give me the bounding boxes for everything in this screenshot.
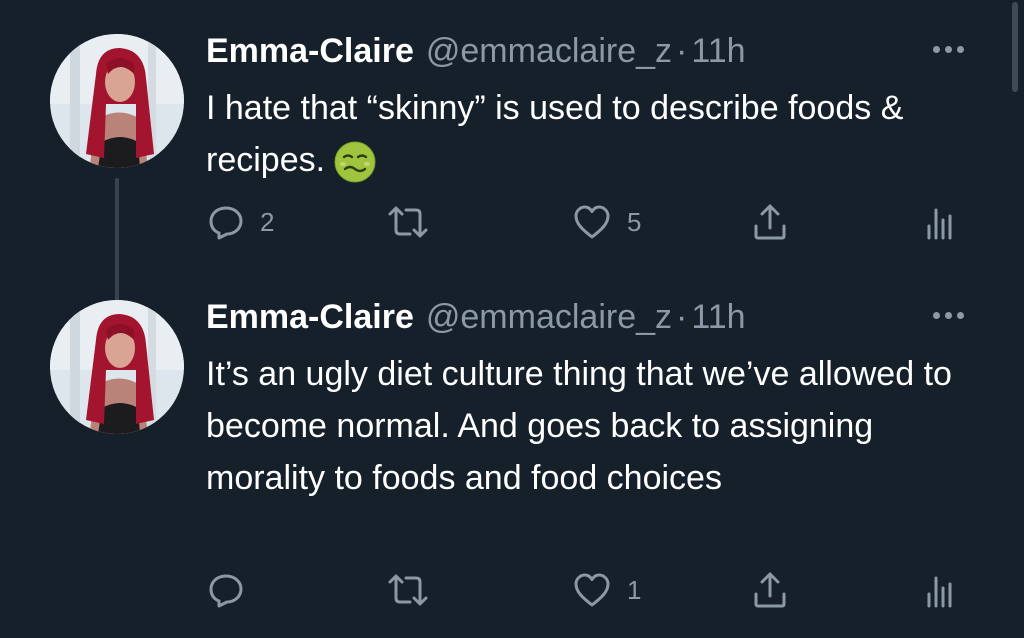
like-button[interactable]: 1 xyxy=(571,568,641,612)
tweet-text: It’s an ugly diet culture thing that we’… xyxy=(206,355,952,497)
timestamp[interactable]: 11h xyxy=(691,298,745,337)
scrollbar[interactable] xyxy=(1012,2,1018,92)
timestamp[interactable]: 11h xyxy=(691,32,745,71)
share-button[interactable] xyxy=(750,568,790,612)
reply-count: 2 xyxy=(260,206,275,237)
display-name[interactable]: Emma-Claire xyxy=(206,298,414,337)
reply-icon xyxy=(209,574,243,608)
tweet-text: I hate that “skinny” is used to describe… xyxy=(206,82,986,186)
tweet-header: Emma-Claire @emmaclaire_z · 11h xyxy=(206,298,746,342)
tweet-header: Emma-Claire @emmaclaire_z · 11h xyxy=(206,32,746,76)
share-button[interactable] xyxy=(750,200,790,244)
retweet-button[interactable] xyxy=(384,200,446,244)
retweet-icon xyxy=(388,206,428,238)
like-button[interactable]: 5 xyxy=(571,200,641,244)
retweet-button[interactable] xyxy=(384,568,446,612)
separator: · xyxy=(676,32,688,70)
user-handle[interactable]: @emmaclaire_z xyxy=(426,298,672,337)
display-name[interactable]: Emma-Claire xyxy=(206,32,414,71)
tweet[interactable]: Emma-Claire @emmaclaire_z · 11h I hate t… xyxy=(0,28,1000,315)
analytics-icon xyxy=(927,208,952,240)
tweet-actions: 2 5 xyxy=(206,200,966,244)
reply-button[interactable]: 2 xyxy=(206,200,274,244)
tweet-text-body: I hate that “skinny” is used to describe… xyxy=(206,89,904,179)
separator: · xyxy=(676,298,688,336)
like-count: 5 xyxy=(627,206,642,237)
analytics-button[interactable] xyxy=(924,200,954,244)
reply-icon xyxy=(209,206,243,240)
retweet-icon xyxy=(388,574,428,606)
tweet-actions: 1 xyxy=(206,568,966,612)
avatar[interactable] xyxy=(50,300,184,434)
avatar[interactable] xyxy=(50,34,184,168)
analytics-icon xyxy=(927,576,952,608)
like-count: 1 xyxy=(627,574,642,605)
more-options-icon[interactable] xyxy=(933,312,964,319)
user-handle[interactable]: @emmaclaire_z xyxy=(426,32,672,71)
more-options-icon[interactable] xyxy=(933,46,964,53)
tweet[interactable]: Emma-Claire @emmaclaire_z · 11h It’s an … xyxy=(0,294,1000,634)
like-icon xyxy=(574,573,610,607)
share-icon xyxy=(754,204,786,240)
like-icon xyxy=(574,205,610,239)
share-icon xyxy=(754,572,786,608)
analytics-button[interactable] xyxy=(924,568,954,612)
nauseated-face-icon xyxy=(334,141,376,183)
reply-button[interactable] xyxy=(206,568,260,612)
tweet-thread: Emma-Claire @emmaclaire_z · 11h I hate t… xyxy=(0,0,1024,638)
